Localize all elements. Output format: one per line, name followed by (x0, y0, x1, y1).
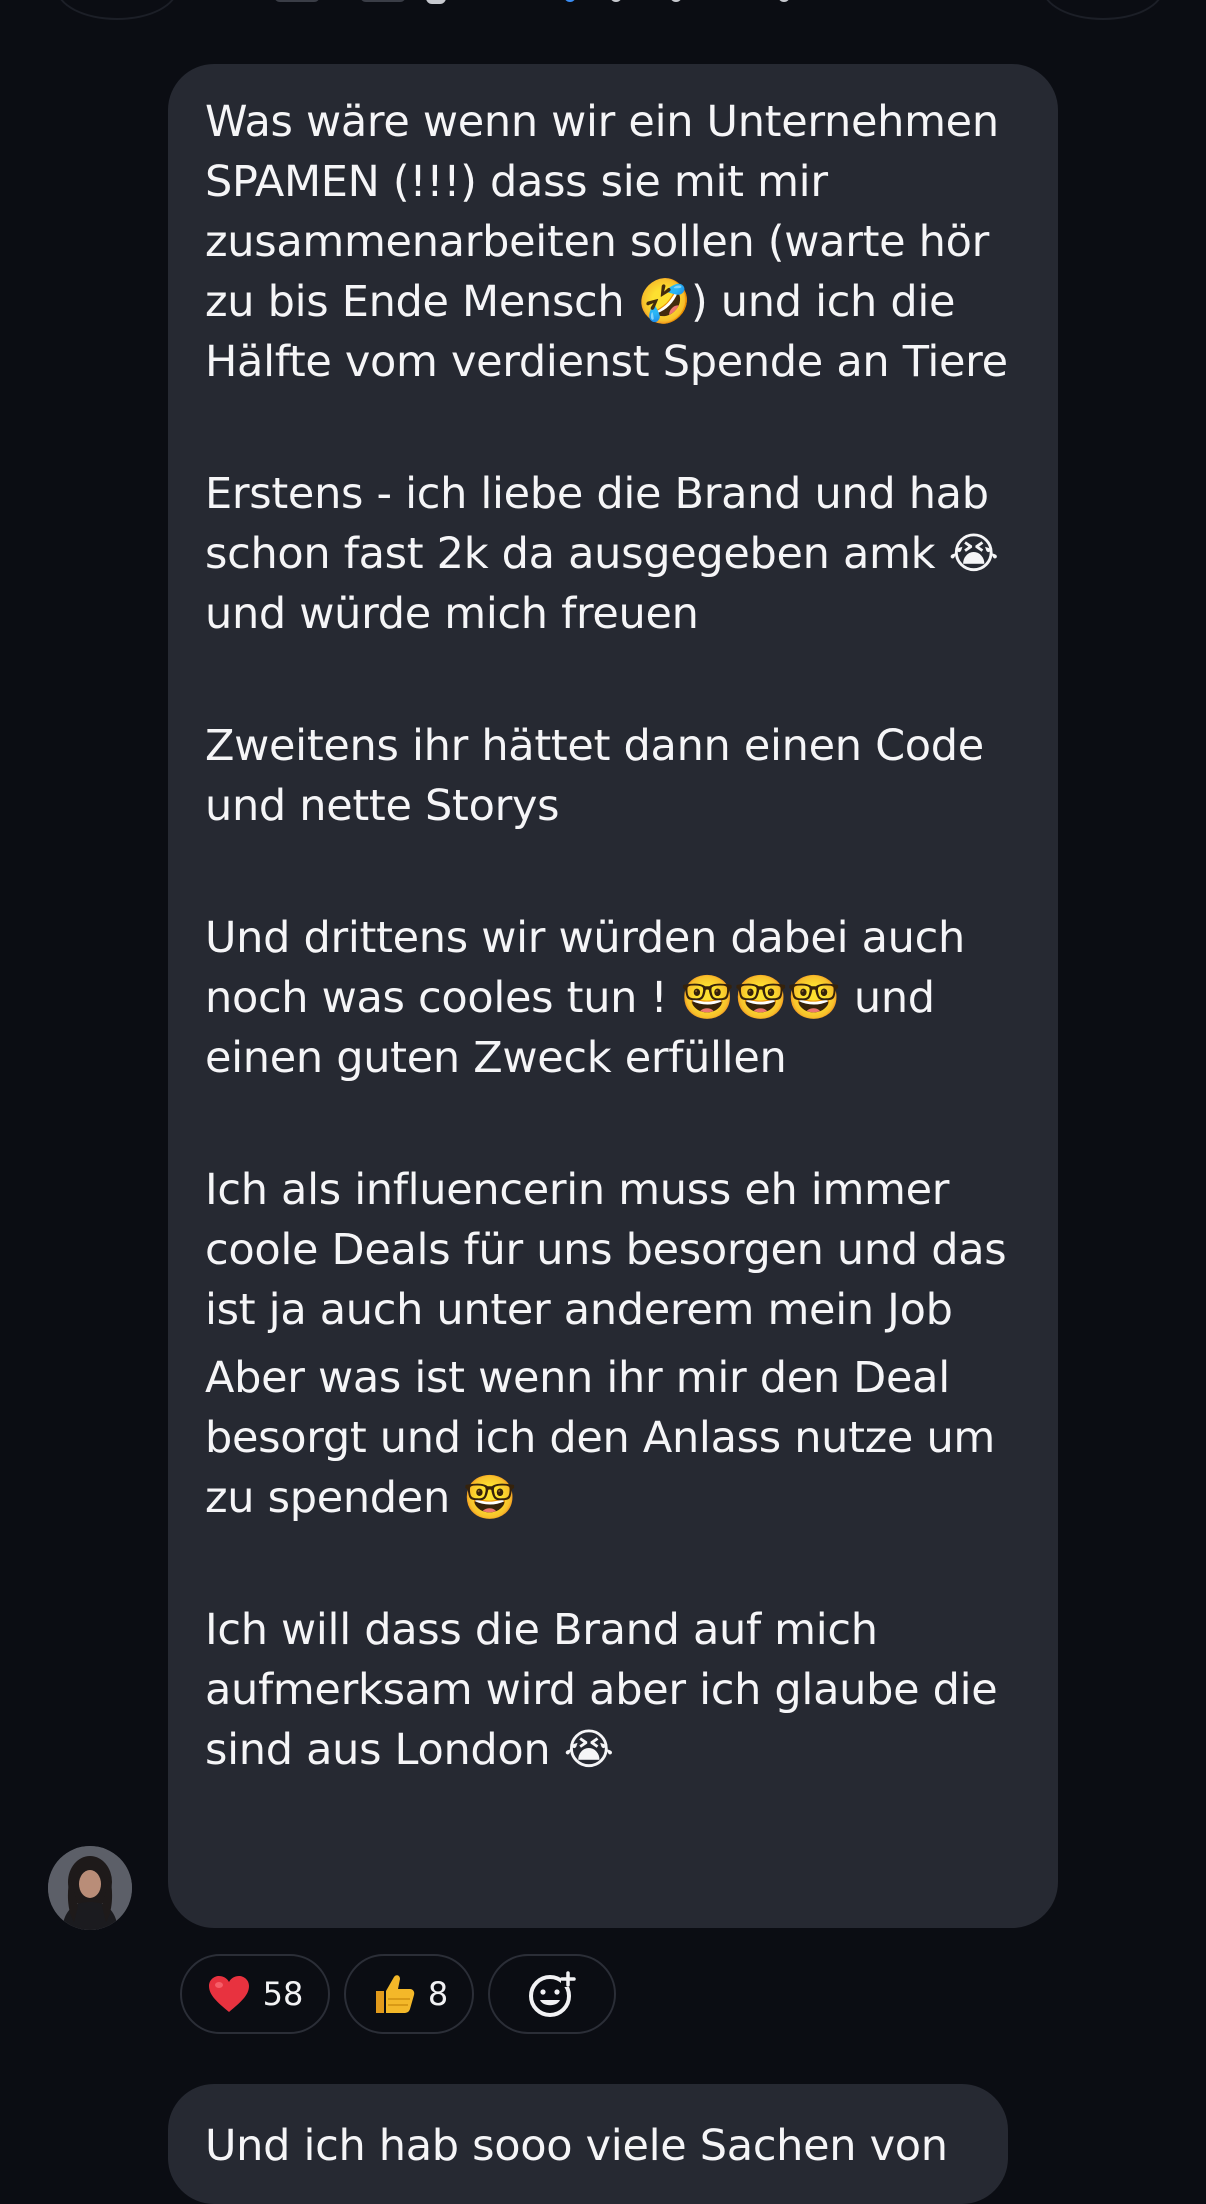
heart-reaction[interactable]: 58 (180, 1954, 330, 2034)
heart-reaction-count: 58 (262, 1975, 304, 2013)
sender-avatar[interactable] (48, 1846, 132, 1930)
add-reaction-icon (529, 1971, 576, 2017)
message-paragraph-5: Ich als influencerin muss eh immer coole… (205, 1165, 1020, 1335)
message-paragraph-6: Aber was ist wenn ihr mir den Deal besor… (205, 1353, 1009, 1523)
thumbs-up-reaction[interactable]: 8 (344, 1954, 474, 2034)
message-paragraph-1: Was wäre wenn wir ein Unternehmen SPAMEN… (205, 97, 1013, 387)
header-title-fragment (230, 0, 830, 12)
verified-badge-icon (564, 0, 576, 2)
next-message-bubble[interactable]: Und ich hab sooo viele Sachen von (168, 2084, 1008, 2204)
add-reaction-button[interactable] (488, 1954, 616, 2034)
thumbs-up-icon (375, 1975, 415, 2013)
reactions-bar: 58 8 (180, 1954, 616, 2034)
message-paragraph-4: Und drittens wir würden dabei auch noch … (205, 913, 979, 1083)
message-paragraph-3: Zweitens ihr hättet dann einen Code und … (205, 721, 998, 831)
avatar-image (48, 1846, 132, 1930)
next-message-preview: Und ich hab sooo viele Sachen von (205, 2121, 948, 2171)
thumbs-up-reaction-count: 8 (427, 1975, 449, 2013)
message-paragraph-7: Ich will dass die Brand auf mich aufmerk… (205, 1605, 1011, 1775)
heart-icon (208, 1976, 249, 2012)
message-bubble[interactable]: Was wäre wenn wir ein Unternehmen SPAMEN… (168, 64, 1058, 1928)
message-paragraph-2: Erstens - ich liebe die Brand und hab sc… (205, 469, 1012, 639)
